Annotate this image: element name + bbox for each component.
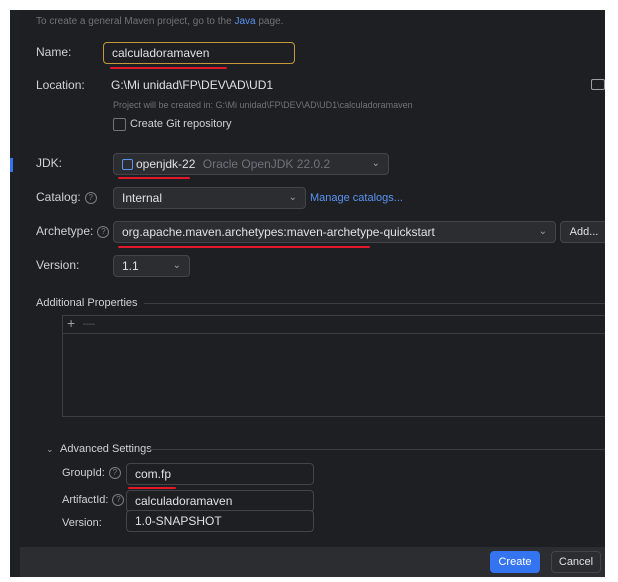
version-dropdown[interactable]: 1.1 ⌄ [113,255,190,277]
create-button[interactable]: Create [490,551,540,573]
remove-property-icon[interactable]: — [83,315,95,331]
cancel-button[interactable]: Cancel [551,551,601,573]
archetype-dropdown[interactable]: org.apache.maven.archetypes:maven-archet… [113,221,556,243]
location-label: Location: [36,78,85,92]
help-icon[interactable]: ? [112,494,125,507]
add-archetype-button[interactable]: Add... [560,221,605,243]
jdk-name: openjdk-22 [136,157,196,171]
catalog-value: Internal [122,191,163,205]
jdk-detail: Oracle OpenJDK 22.0.2 [202,157,331,171]
advanced-settings-title[interactable]: Advanced Settings [60,441,152,457]
top-hint-prefix: To create a general Maven project, go to… [36,16,235,27]
jdk-folder-icon [122,159,133,171]
jdk-label: JDK: [36,156,63,170]
top-hint-suffix: page. [255,16,284,27]
catalog-dropdown[interactable]: Internal ⌄ [113,187,306,209]
top-hint: To create a general Maven project, go to… [36,14,283,30]
sidebar-selection-indicator [10,158,13,172]
catalog-label-text: Catalog: [36,190,81,204]
additional-properties-title: Additional Properties [36,297,138,309]
groupid-label: GroupId:? [62,465,121,481]
jdk-dropdown[interactable]: openjdk-22 Oracle OpenJDK 22.0.2 ⌄ [113,153,389,175]
chevron-down-icon: ⌄ [288,192,297,203]
maven-archetype-form: To create a general Maven project, go to… [20,10,605,547]
archetype-label-text: Archetype: [36,224,94,238]
artifactid-label-text: ArtifactId: [62,494,109,506]
archetype-value: org.apache.maven.archetypes:maven-archet… [122,225,435,239]
help-icon[interactable]: ? [108,467,121,480]
java-page-link[interactable]: Java [234,16,255,27]
archetype-label: Archetype:? [36,223,110,239]
version-value: 1.1 [122,259,139,273]
git-checkbox[interactable] [113,118,126,131]
location-input[interactable]: G:\Mi unidad\FP\DEV\AD\UD1 [103,75,605,97]
red-annotation-jdk [118,177,190,179]
name-label: Name: [36,45,72,59]
manage-catalogs-link[interactable]: Manage catalogs... [310,190,403,206]
advanced-version-label: Version: [62,517,102,529]
help-icon[interactable]: ? [97,225,110,238]
section-divider [148,449,605,450]
version-label: Version: [36,258,80,272]
folder-icon[interactable] [591,79,605,90]
red-annotation-archetype [118,246,370,248]
red-annotation-groupid [128,487,176,489]
dialog-footer: Create Cancel [20,547,605,577]
artifactid-input[interactable]: calculadoramaven [126,490,314,512]
chevron-down-icon: ⌄ [371,158,380,169]
groupid-label-text: GroupId: [62,467,105,479]
help-icon[interactable]: ? [84,191,97,204]
chevron-down-icon[interactable]: ⌄ [46,441,54,457]
section-divider [144,303,605,304]
new-project-dialog: To create a general Maven project, go to… [10,10,605,577]
add-property-icon[interactable]: + [67,315,75,331]
git-checkbox-label: Create Git repository [130,118,232,130]
properties-toolbar [62,315,605,334]
location-hint: Project will be created in: G:\Mi unidad… [113,100,413,110]
advanced-version-input[interactable]: 1.0-SNAPSHOT [126,510,314,532]
chevron-down-icon: ⌄ [538,226,547,237]
left-sidebar [10,10,20,577]
chevron-down-icon: ⌄ [172,260,181,271]
groupid-input[interactable]: com.fp [126,463,314,485]
catalog-label: Catalog:? [36,189,97,205]
artifactid-label: ArtifactId:? [62,492,125,508]
name-input[interactable]: calculadoramaven [103,42,295,64]
red-annotation-name [110,67,227,69]
